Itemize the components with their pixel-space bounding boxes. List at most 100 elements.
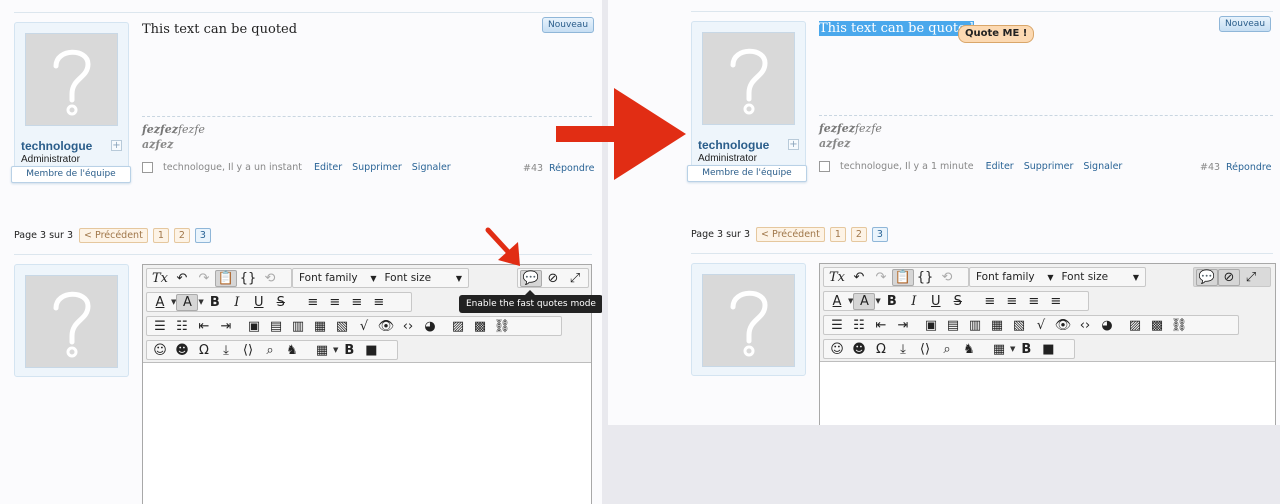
bg-color-icon[interactable]: A (853, 292, 876, 310)
page-3-button[interactable]: 3 (194, 228, 211, 243)
align-center-icon[interactable]: ≡ (324, 294, 346, 311)
code-icon[interactable]: ‹› (1074, 317, 1096, 334)
reply-link[interactable]: Répondre (1226, 162, 1271, 173)
font-family-select[interactable]: Font family ▼ (972, 269, 1058, 286)
image-left-icon[interactable]: ▣ (243, 318, 265, 335)
indent-icon[interactable]: ⇥ (215, 318, 237, 335)
embed-icon[interactable]: ⟨⟩ (237, 342, 259, 359)
group-badge[interactable]: Membre de l'équipe (687, 165, 807, 182)
page-2-button[interactable]: 2 (173, 228, 190, 243)
smiley-icon[interactable]: ☺ (149, 342, 171, 359)
outdent-icon[interactable]: ⇤ (193, 318, 215, 335)
align-right-icon[interactable]: ≡ (346, 294, 368, 311)
upload-icon[interactable]: ⤓ (892, 341, 914, 358)
report-link[interactable]: Signaler (412, 162, 451, 173)
underline-icon[interactable]: U (925, 293, 947, 310)
italic-icon[interactable]: I (226, 294, 248, 311)
align-center-icon[interactable]: ≡ (1001, 293, 1023, 310)
fast-quote-icon[interactable]: 💬 (1196, 268, 1218, 286)
code-icon[interactable]: ‹› (397, 318, 419, 335)
table-icon[interactable]: ▦ (311, 342, 333, 359)
bold-b-icon[interactable]: B (338, 342, 360, 359)
page-icon[interactable]: ▧ (1008, 317, 1030, 334)
bold-icon[interactable]: B (204, 294, 226, 311)
author-name-link[interactable]: technologue (21, 139, 92, 153)
align-left-icon[interactable]: ≡ (302, 294, 324, 311)
undo-icon[interactable]: ↶ (848, 269, 870, 286)
font-family-select[interactable]: Font family ▼ (295, 270, 381, 287)
avatar[interactable] (702, 32, 795, 125)
quote-block-icon[interactable]: ▦ (986, 317, 1008, 334)
upload-icon[interactable]: ⤓ (215, 342, 237, 359)
omega-icon[interactable]: Ω (193, 342, 215, 359)
italic-icon[interactable]: I (903, 293, 925, 310)
mask-icon[interactable]: ♞ (958, 341, 980, 358)
page-icon[interactable]: ▧ (331, 318, 353, 335)
group-badge[interactable]: Membre de l'équipe (11, 166, 131, 183)
sqrt-icon[interactable]: √ (353, 318, 375, 335)
link-icon[interactable]: ⛓ (491, 318, 513, 335)
delete-link[interactable]: Supprimer (352, 162, 402, 173)
strike-icon[interactable]: S (270, 294, 292, 311)
delete-link[interactable]: Supprimer (1024, 161, 1074, 172)
page-1-button[interactable]: 1 (829, 227, 846, 242)
image-right-icon[interactable]: ▤ (265, 318, 287, 335)
quote-me-button[interactable]: Quote ME ! (958, 25, 1035, 43)
link-icon[interactable]: ⛓ (1168, 317, 1190, 334)
bullet-list-icon[interactable]: ☰ (826, 317, 848, 334)
clear-format-icon[interactable]: Tx (826, 269, 848, 286)
select-post-checkbox[interactable] (142, 162, 153, 173)
film-icon[interactable]: ▩ (469, 318, 491, 335)
sqrt-icon[interactable]: √ (1030, 317, 1052, 334)
history-icon[interactable]: ⟲ (936, 269, 958, 286)
source-icon[interactable]: {} (237, 270, 259, 287)
page-3-button[interactable]: 3 (871, 227, 888, 242)
report-link[interactable]: Signaler (1083, 161, 1122, 172)
film-icon[interactable]: ▩ (1146, 317, 1168, 334)
indent-icon[interactable]: ⇥ (892, 317, 914, 334)
document-icon[interactable]: ▥ (964, 317, 986, 334)
bullet-list-icon[interactable]: ☰ (149, 318, 171, 335)
prev-page-button[interactable]: < Précédent (79, 228, 148, 243)
select-post-checkbox[interactable] (819, 161, 830, 172)
bg-color-icon[interactable]: A (176, 293, 199, 311)
mask-icon[interactable]: ♞ (281, 342, 303, 359)
font-color-icon[interactable]: A (826, 293, 848, 310)
fast-quote-icon[interactable]: 💬 (520, 269, 542, 287)
outdent-icon[interactable]: ⇤ (870, 317, 892, 334)
no-sync-icon[interactable]: ⊘ (542, 270, 564, 287)
quote-block-icon[interactable]: ▦ (309, 318, 331, 335)
omega-icon[interactable]: Ω (870, 341, 892, 358)
search-icon[interactable]: ⌕ (936, 341, 958, 358)
align-left-icon[interactable]: ≡ (979, 293, 1001, 310)
video-icon[interactable]: ■ (1037, 341, 1059, 358)
redo-icon[interactable]: ↷ (870, 269, 892, 286)
edit-link[interactable]: Editer (986, 161, 1014, 172)
author-name-link[interactable]: technologue (698, 138, 769, 152)
undo-icon[interactable]: ↶ (171, 270, 193, 287)
edit-link[interactable]: Editer (314, 162, 342, 173)
numbered-list-icon[interactable]: ☷ (848, 317, 870, 334)
redo-icon[interactable]: ↷ (193, 270, 215, 287)
picture-icon[interactable]: ▨ (1124, 317, 1146, 334)
paste-icon[interactable]: 📋 (215, 269, 237, 287)
smiley-dark-icon[interactable]: ☻ (171, 342, 193, 359)
prev-page-button[interactable]: < Précédent (756, 227, 825, 242)
font-size-select[interactable]: Font size ▼ (1058, 269, 1144, 286)
add-friend-icon[interactable]: + (788, 139, 799, 150)
paste-icon[interactable]: 📋 (892, 268, 914, 286)
strike-icon[interactable]: S (947, 293, 969, 310)
page-2-button[interactable]: 2 (850, 227, 867, 242)
post-number[interactable]: #43 (1200, 162, 1220, 173)
align-right-icon[interactable]: ≡ (1023, 293, 1045, 310)
fullscreen-icon[interactable]: ⤢ (1240, 269, 1262, 286)
page-1-button[interactable]: 1 (152, 228, 169, 243)
bold-icon[interactable]: B (881, 293, 903, 310)
clear-format-icon[interactable]: Tx (149, 270, 171, 287)
hide-icon[interactable]: 👁 (1052, 317, 1074, 334)
spoiler-icon[interactable]: ◕ (419, 318, 441, 335)
spoiler-icon[interactable]: ◕ (1096, 317, 1118, 334)
post-number[interactable]: #43 (523, 163, 543, 174)
bold-b-icon[interactable]: B (1015, 341, 1037, 358)
table-icon[interactable]: ▦ (988, 341, 1010, 358)
